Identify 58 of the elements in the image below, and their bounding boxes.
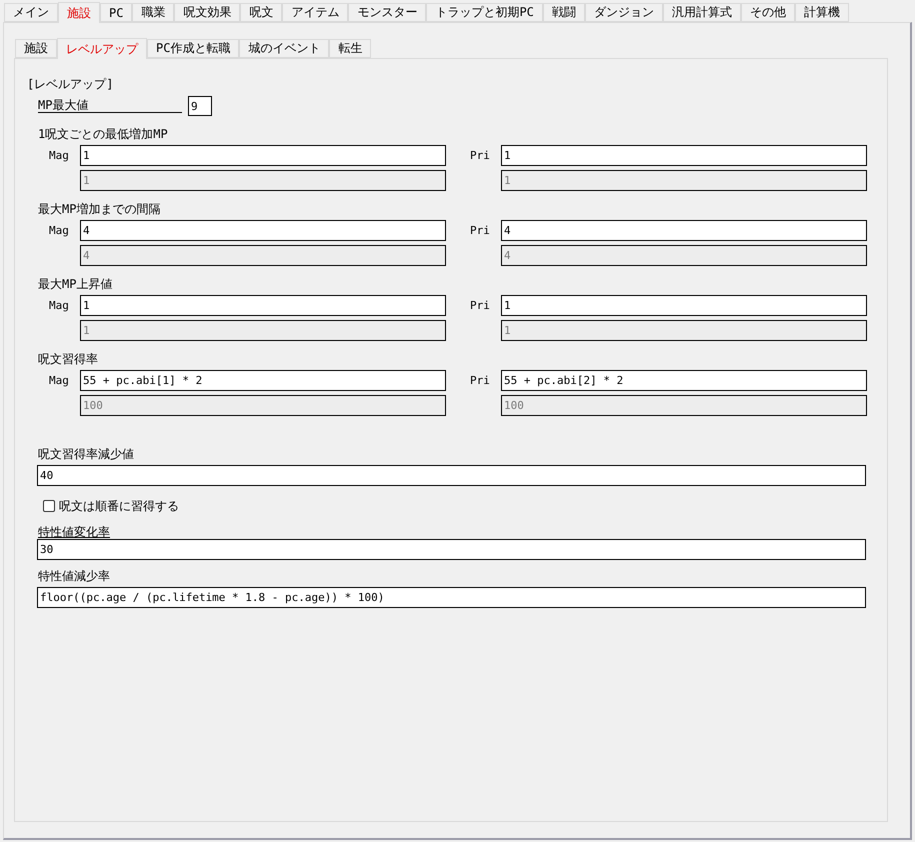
tab[interactable]: ダンジョン [584,3,663,22]
checkbox-label: 呪文は順番に習得する [59,498,179,514]
tab[interactable]: モンスター [348,3,426,22]
input-field[interactable]: 1 [80,145,446,166]
field-label: Mag [49,224,70,237]
field-label: Mag [49,149,70,162]
field-label: Pri [470,374,491,387]
section-title: [レベルアップ] [27,77,114,91]
result-field: 1 [501,170,867,191]
tab[interactable]: PC [100,3,132,22]
tab[interactable]: 城のイベント [239,39,330,58]
tab[interactable]: 戦闘 [542,3,585,22]
tab[interactable]: 呪文効果 [174,3,240,22]
input-field[interactable]: 30 [37,539,866,560]
input-field[interactable]: 4 [501,220,867,241]
input-field[interactable]: 9 [188,96,212,116]
input-field[interactable]: 1 [501,145,867,166]
field-label: Pri [470,149,491,162]
field-label: 呪文習得率 [38,352,98,366]
tab[interactable]: トラップと初期PC [426,3,543,22]
result-field: 4 [501,245,867,266]
tab[interactable]: 呪文 [240,3,282,22]
tab[interactable]: アイテム [282,3,348,22]
result-field: 1 [80,170,446,191]
tab[interactable]: 職業 [132,3,174,22]
tab[interactable]: 汎用計算式 [662,3,741,22]
field-label: 特性値減少率 [38,569,110,583]
tab[interactable]: 計算機 [794,3,849,22]
input-field[interactable]: 40 [37,465,866,486]
tab[interactable]: PC作成と転職 [147,39,240,58]
tab[interactable]: レベルアップ [57,38,147,59]
input-field[interactable]: 1 [80,295,446,316]
field-label: 呪文習得率減少値 [38,447,134,461]
tab[interactable]: 転生 [329,39,372,58]
result-field: 1 [80,320,446,341]
field-label: 1呪文ごとの最低増加MP [38,127,168,141]
field-label: 最大MP上昇値 [38,277,112,291]
input-field[interactable]: floor((pc.age / (pc.lifetime * 1.8 - pc.age)) * 100) [37,587,866,608]
result-field: 100 [501,395,867,416]
input-field[interactable]: 55 + pc.abi[2] * 2 [501,370,867,391]
field-label: Mag [49,374,70,387]
tab[interactable]: 施設 [15,39,57,58]
field-label: Pri [470,299,491,312]
tab[interactable]: 施設 [58,2,100,23]
field-label: Pri [470,224,491,237]
field-label: Mag [49,299,70,312]
field-label: 最大MP増加までの間隔 [38,202,160,216]
input-field[interactable]: 1 [501,295,867,316]
checkbox[interactable] [43,500,55,512]
result-field: 100 [80,395,446,416]
tab[interactable]: その他 [740,3,795,22]
result-field: 4 [80,245,446,266]
result-field: 1 [501,320,867,341]
tab[interactable]: メイン [4,3,58,22]
field-label: 特性値変化率 [38,525,110,539]
input-field[interactable]: 55 + pc.abi[1] * 2 [80,370,446,391]
input-field[interactable]: 4 [80,220,446,241]
field-label: MP最大値 [38,99,182,113]
